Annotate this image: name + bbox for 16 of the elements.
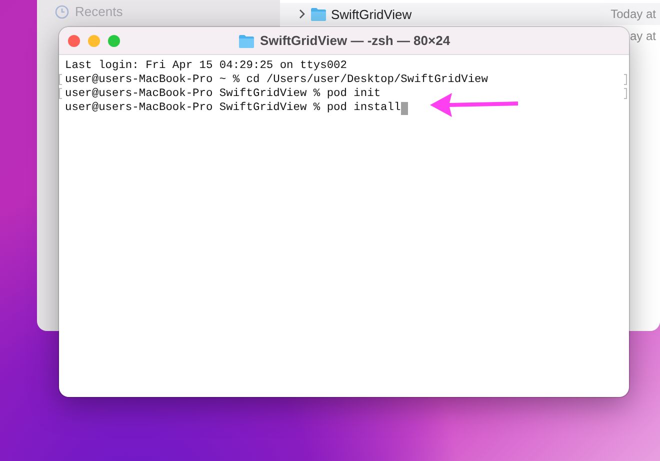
terminal-line: user@users-MacBook-Pro SwiftGridView % pod init bbox=[65, 88, 381, 100]
file-name: SwiftGridView bbox=[331, 6, 413, 22]
date-modified: Today at bbox=[610, 7, 656, 21]
folder-icon bbox=[310, 7, 327, 21]
window-title: SwiftGridView — -zsh — 80×24 bbox=[260, 33, 450, 48]
clock-icon bbox=[55, 4, 69, 18]
terminal-line: user@users-MacBook-Pro SwiftGridView % pod install bbox=[65, 102, 401, 114]
sidebar-item[interactable]: Recents bbox=[55, 4, 280, 19]
minimize-button[interactable] bbox=[88, 35, 100, 47]
terminal-line: user@users-MacBook-Pro ~ % cd /Users/user/Desktop/SwiftGridView bbox=[65, 74, 488, 86]
close-button[interactable] bbox=[68, 35, 80, 47]
folder-icon bbox=[238, 34, 255, 48]
chevron-icon[interactable] bbox=[298, 9, 306, 19]
zoom-button[interactable] bbox=[108, 35, 120, 47]
date-modified: ay at bbox=[630, 29, 656, 43]
terminal-line: Last login: Fri Apr 15 04:29:25 on ttys002 bbox=[65, 60, 347, 72]
